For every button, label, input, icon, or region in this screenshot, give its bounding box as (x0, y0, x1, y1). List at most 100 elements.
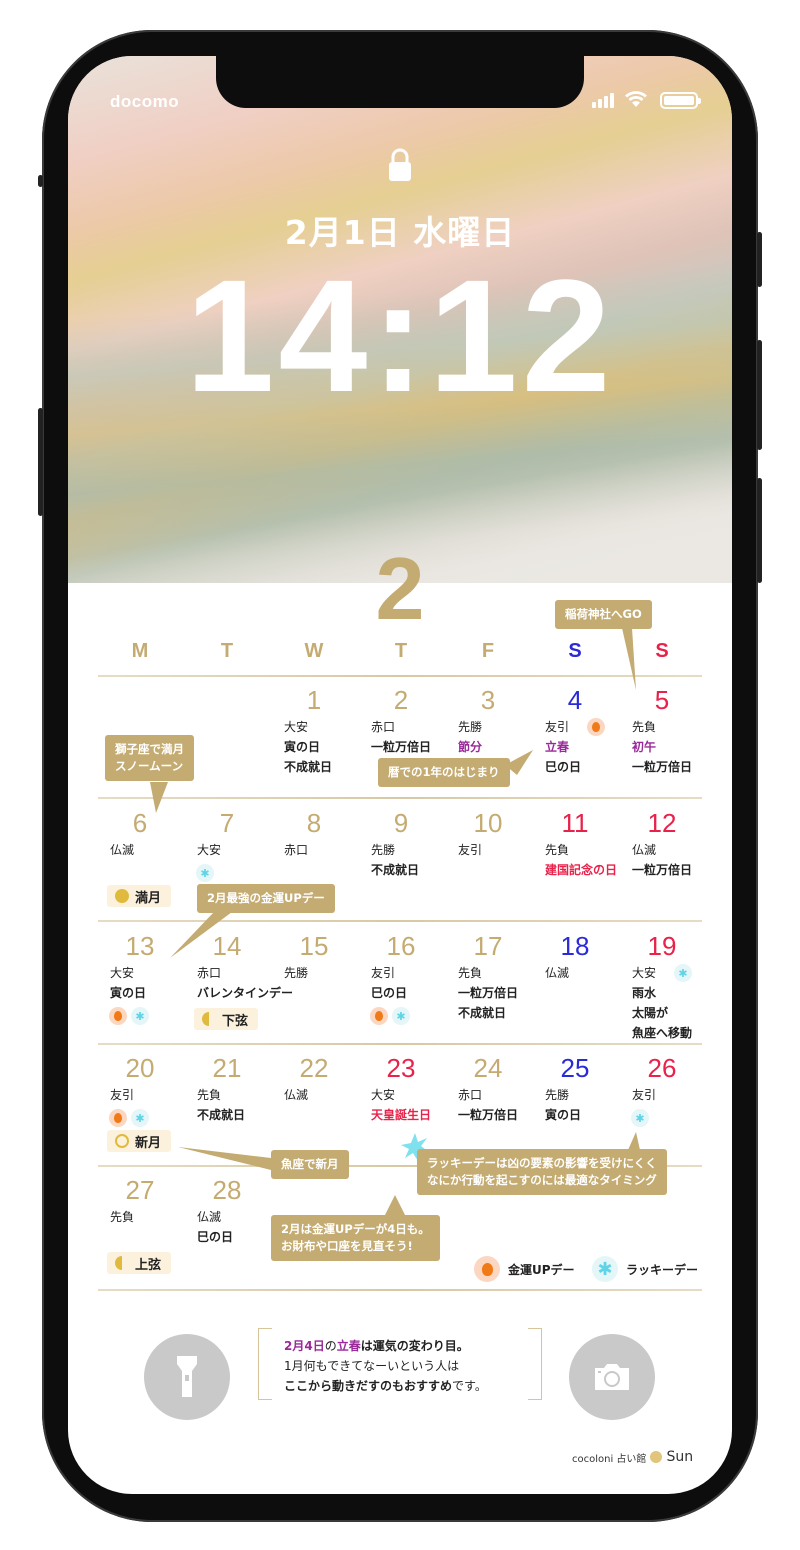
day-number: 3 (480, 685, 496, 715)
calendar-day[interactable]: 14 赤口 バレンタインデー 下弦 (184, 931, 293, 1051)
day-number: 19 (647, 931, 677, 961)
day-note: 巳の日 (371, 986, 408, 1000)
calendar-day[interactable]: 20 友引 ✱ 新月 (97, 1053, 183, 1173)
callout-new-year: 暦での1年のはじまり (378, 758, 510, 787)
day-number: 22 (299, 1053, 329, 1083)
calendar-day[interactable]: 11 先負建国記念の日 (532, 808, 618, 928)
day-note: 友引 (545, 720, 570, 734)
calendar-day[interactable]: 2 赤口 一粒万倍日 (358, 685, 444, 805)
logo-text: cocoloni 占い館 (572, 1453, 647, 1465)
weekday-header: T (220, 640, 234, 662)
weekday-header: M (131, 640, 149, 662)
flashlight-icon (177, 1356, 197, 1397)
weekday-header: S (568, 640, 582, 662)
calendar-day[interactable]: 27 先負 上弦 (97, 1175, 183, 1295)
moon-phase-badge: 上弦 (107, 1252, 172, 1274)
weekday-header: F (481, 640, 495, 662)
flashlight-button[interactable] (144, 1334, 230, 1420)
moon-label: 満月 (135, 890, 162, 906)
day-number: 20 (125, 1053, 155, 1083)
star-icon: ✱ (196, 864, 214, 882)
moon-full-icon (115, 889, 129, 903)
calendar-day[interactable]: 18 仏滅 (532, 931, 618, 1051)
day-note: 仏滅 (632, 843, 657, 857)
calendar-day[interactable]: 1 大安 寅の日 不成就日 (271, 685, 357, 805)
day-note: 先負 (458, 966, 483, 980)
day-note: 先勝 (545, 1088, 570, 1102)
money-icon (109, 1109, 127, 1127)
bracket-right (528, 1328, 542, 1400)
day-note: 友引 (632, 1088, 657, 1102)
legend-money: 金運UPデー (474, 1256, 575, 1282)
day-number: 10 (473, 808, 503, 838)
day-note: 天皇誕生日 (371, 1108, 432, 1122)
highlight-date: 2月4日 (284, 1339, 325, 1353)
message-line-3: ここから動きだすのもおすすめです。 (284, 1376, 542, 1396)
day-number: 17 (473, 931, 503, 961)
divider (98, 1289, 702, 1291)
calendar-day[interactable]: 28 仏滅 巳の日 (184, 1175, 270, 1295)
day-note: 雨水 (632, 986, 657, 1000)
mute-switch (38, 175, 43, 187)
calendar-day[interactable]: 10 友引 (445, 808, 531, 928)
message-box: 2月4日の立春は運気の変わり目。 1月何もできてなーいという人は ここから動きだ… (258, 1328, 542, 1400)
star-icon: ✱ (592, 1256, 618, 1282)
weekday-header: T (394, 640, 408, 662)
day-note: 友引 (458, 843, 483, 857)
calendar-day[interactable]: 17 先負 一粒万倍日 不成就日 (445, 931, 531, 1051)
day-note: 巳の日 (545, 760, 582, 774)
legend-lucky: ✱ ラッキーデー (592, 1256, 698, 1282)
day-number: 11 (561, 808, 589, 838)
divider (98, 675, 702, 677)
calendar-day[interactable]: 16 友引 巳の日 ✱ (358, 931, 444, 1051)
day-note: 先負 (632, 720, 657, 734)
calendar-day[interactable]: 12 仏滅 一粒万倍日 (619, 808, 705, 928)
day-note: 太陽が (632, 1006, 669, 1020)
calendar-day[interactable]: 19 大安 雨水 太陽が 魚座へ移動 ✱ (619, 931, 705, 1051)
day-note: 赤口 (458, 1088, 483, 1102)
logo-brand: Sun (666, 1449, 694, 1465)
day-number: 8 (306, 808, 322, 838)
calendar-day[interactable]: 4 友引 立春 巳の日 (532, 685, 618, 805)
day-note: 先負 (545, 843, 570, 857)
day-note: 一粒万倍日 (632, 863, 693, 877)
volume-button (38, 408, 43, 516)
day-number: 28 (212, 1175, 242, 1205)
day-note: 先勝 (458, 720, 483, 734)
day-note: 友引 (110, 1088, 135, 1102)
day-note: 巳の日 (197, 1230, 234, 1244)
moon-phase-badge: 新月 (107, 1130, 172, 1152)
callout-snow-moon: 獅子座で満月 スノームーン (105, 735, 194, 781)
bracket-left (258, 1328, 272, 1400)
day-note: 寅の日 (545, 1108, 582, 1122)
day-number: 21 (212, 1053, 242, 1083)
calendar-day[interactable]: 21 先負 不成就日 (184, 1053, 270, 1173)
day-number: 7 (219, 808, 235, 838)
message-line-1: 2月4日の立春は運気の変わり目。 (284, 1336, 542, 1356)
day-number: 15 (299, 931, 329, 961)
day-number: 4 (567, 685, 583, 715)
calendar-day[interactable]: 6 仏滅 満月 (97, 808, 183, 928)
day-note: 一粒万倍日 (371, 740, 432, 754)
camera-icon (595, 1364, 629, 1390)
day-number: 24 (473, 1053, 503, 1083)
camera-button[interactable] (569, 1334, 655, 1420)
calendar-day[interactable]: 3 先勝 節分 (445, 685, 531, 805)
day-note: 先勝 (284, 966, 309, 980)
day-note: 寅の日 (110, 986, 147, 1000)
wifi-icon (625, 91, 647, 107)
calendar-day[interactable]: 5 先負 初午 一粒万倍日 (619, 685, 705, 805)
signal-icon (592, 92, 614, 108)
text: です。 (452, 1379, 487, 1393)
star-icon: ✱ (674, 964, 692, 982)
moon-label: 下弦 (222, 1013, 249, 1029)
day-note: 建国記念の日 (545, 863, 618, 877)
lock-icon (389, 148, 411, 181)
calendar-day[interactable]: 15 先勝 (271, 931, 357, 1051)
star-icon: ✱ (631, 1109, 649, 1127)
calendar-day[interactable]: 9 先勝 不成就日 (358, 808, 444, 928)
callout-money-note: 2月は金運UPデーが4日も。 お財布や口座を見直そう! (271, 1215, 440, 1261)
calendar-day[interactable]: 13 大安 寅の日 ✱ (97, 931, 183, 1051)
day-note: 寅の日 (284, 740, 321, 754)
callout-pisces-new-moon: 魚座で新月 (271, 1150, 349, 1179)
